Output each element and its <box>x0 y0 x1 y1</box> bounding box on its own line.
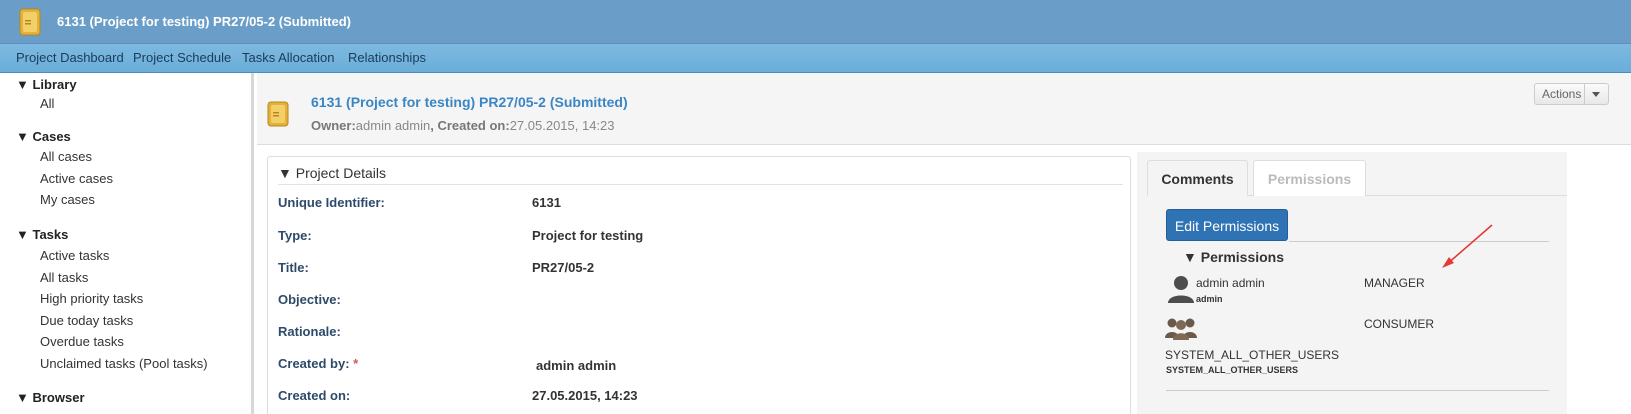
field-label-created-on: Created on: <box>278 388 351 403</box>
field-value-type: Project for testing <box>532 228 644 243</box>
folder-icon <box>19 8 41 36</box>
sidebar-section-cases[interactable]: ▼ Cases <box>16 129 71 144</box>
sidebar-item-active-cases[interactable]: Active cases <box>40 171 113 186</box>
divider <box>278 184 1123 185</box>
sidebar-section-library[interactable]: ▼ Library <box>16 77 77 92</box>
divider <box>1289 241 1549 242</box>
nav-project-dashboard[interactable]: Project Dashboard <box>16 50 124 65</box>
sidebar-item-all-cases[interactable]: All cases <box>40 149 92 164</box>
actions-dropdown-button[interactable]: Actions <box>1534 83 1609 105</box>
document-icon <box>267 101 289 127</box>
created-value: 27.05.2015, 14:23 <box>509 118 615 133</box>
sidebar-section-browser[interactable]: ▼ Browser <box>16 390 85 405</box>
permission-name: admin admin <box>1196 276 1265 290</box>
sidebar-item-unclaimed-tasks[interactable]: Unclaimed tasks (Pool tasks) <box>40 356 208 371</box>
sidebar-item-all-tasks[interactable]: All tasks <box>40 270 88 285</box>
user-icon <box>1168 276 1194 303</box>
created-by-label-text: Created by: <box>278 356 350 371</box>
sidebar-item-all[interactable]: All <box>40 96 54 111</box>
tab-permissions[interactable]: Permissions <box>1253 160 1366 196</box>
sidebar-item-active-tasks[interactable]: Active tasks <box>40 248 109 263</box>
sidebar-section-tasks[interactable]: ▼ Tasks <box>16 227 68 242</box>
field-label-unique-identifier: Unique Identifier: <box>278 195 385 210</box>
field-value-title: PR27/05-2 <box>532 260 595 275</box>
group-icon <box>1165 318 1197 340</box>
owner-value: admin admin <box>355 118 431 133</box>
page-header: 6131 (Project for testing) PR27/05-2 (Su… <box>257 73 1631 145</box>
sidebar-item-due-today-tasks[interactable]: Due today tasks <box>40 313 133 328</box>
nav-tasks-allocation[interactable]: Tasks Allocation <box>242 50 335 65</box>
nav-project-schedule[interactable]: Project Schedule <box>133 50 231 65</box>
actions-label: Actions <box>1542 87 1582 101</box>
permission-name: SYSTEM_ALL_OTHER_USERS <box>1165 348 1340 362</box>
required-marker: * <box>353 356 359 371</box>
field-label-rationale: Rationale: <box>278 324 341 339</box>
nav-bar: Project Dashboard Project Schedule Tasks… <box>0 44 1631 73</box>
divider <box>1166 390 1549 391</box>
page-subtitle: Owner:admin admin, Created on:27.05.2015… <box>311 118 615 133</box>
project-details-panel: ▼ Project Details Unique Identifier: 613… <box>267 156 1131 414</box>
created-label: , Created on: <box>430 118 510 133</box>
field-label-created-by: Created by: * <box>278 356 358 371</box>
page-title[interactable]: 6131 (Project for testing) PR27/05-2 (Su… <box>311 94 628 110</box>
tab-comments[interactable]: Comments <box>1147 160 1248 196</box>
owner-label: Owner: <box>311 118 356 133</box>
field-label-title: Title: <box>278 260 309 275</box>
caret-down-icon[interactable] <box>1592 92 1600 97</box>
permission-username: admin <box>1196 294 1223 304</box>
side-panel: Comments Permissions Edit Permissions ▼ … <box>1137 152 1567 414</box>
permission-username: SYSTEM_ALL_OTHER_USERS <box>1166 365 1299 375</box>
sidebar: ▼ Library All ▼ Cases All cases Active c… <box>0 73 254 414</box>
field-label-objective: Objective: <box>278 292 341 307</box>
project-details-heading[interactable]: ▼ Project Details <box>278 165 386 181</box>
content-area: ▼ Project Details Unique Identifier: 613… <box>257 146 1631 414</box>
permission-role: CONSUMER <box>1364 317 1435 331</box>
permissions-heading[interactable]: ▼ Permissions <box>1183 249 1284 265</box>
divider <box>1584 84 1585 104</box>
sidebar-item-my-cases[interactable]: My cases <box>40 192 95 207</box>
field-label-type: Type: <box>278 228 312 243</box>
window-title: 6131 (Project for testing) PR27/05-2 (Su… <box>57 14 352 29</box>
title-bar: 6131 (Project for testing) PR27/05-2 (Su… <box>0 0 1631 44</box>
field-value-created-on: 27.05.2015, 14:23 <box>532 388 638 403</box>
field-value-created-by: admin admin <box>536 358 617 373</box>
nav-relationships[interactable]: Relationships <box>348 50 426 65</box>
annotation-arrow-icon <box>1442 224 1493 268</box>
edit-permissions-button[interactable]: Edit Permissions <box>1166 209 1288 241</box>
sidebar-item-high-priority-tasks[interactable]: High priority tasks <box>40 291 143 306</box>
sidebar-item-overdue-tasks[interactable]: Overdue tasks <box>40 334 124 349</box>
field-value-unique-identifier: 6131 <box>532 195 561 210</box>
permission-role: MANAGER <box>1364 276 1425 290</box>
